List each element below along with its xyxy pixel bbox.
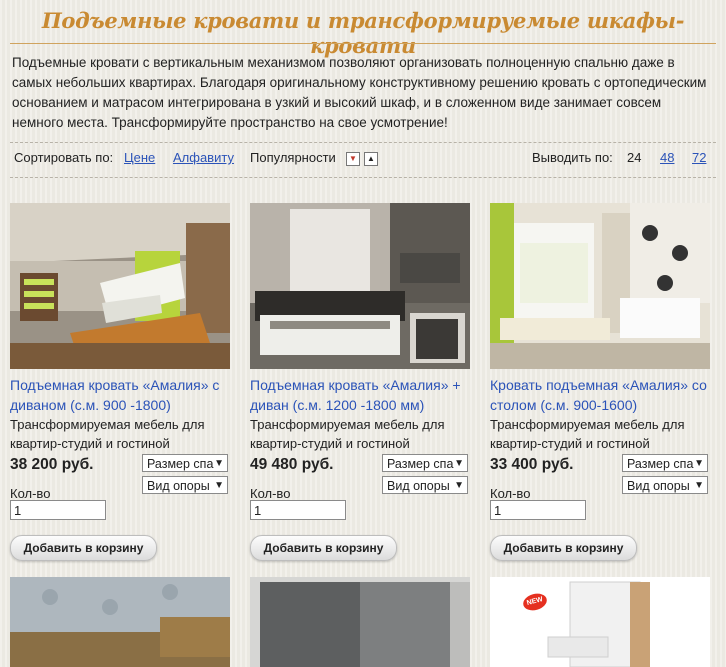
qty-label: Кол-во xyxy=(250,486,291,501)
sort-by-price-link[interactable]: Цене xyxy=(124,150,155,165)
product-card: Подъемная кровать «Амалия» + диван (с.м.… xyxy=(250,203,470,561)
product-price: 49 480 руб. xyxy=(250,456,334,473)
product-name-link[interactable]: Подъемная кровать «Амалия» + диван (с.м.… xyxy=(250,375,470,415)
size-select[interactable]: Размер спа ▼ xyxy=(622,454,708,472)
chevron-down-icon: ▼ xyxy=(214,458,224,469)
qty-input[interactable]: 1 xyxy=(250,500,346,520)
product-price: 33 400 руб. xyxy=(490,456,574,473)
product-name-link[interactable]: Кровать подъемная «Амалия» со столом (с.… xyxy=(490,375,710,415)
sort-asc-icon[interactable]: ▲ xyxy=(364,152,378,166)
intro-text: Подъемные кровати с вертикальным механиз… xyxy=(12,55,707,130)
qty-input[interactable]: 1 xyxy=(490,500,586,520)
chevron-down-icon: ▼ xyxy=(454,458,464,469)
support-select[interactable]: Вид опоры ▼ xyxy=(382,476,468,494)
per-page-72-link[interactable]: 72 xyxy=(692,150,706,165)
product-card: Кровать подъемная «Амалия» со столом (с.… xyxy=(490,203,710,561)
add-to-cart-button[interactable]: Добавить в корзину xyxy=(490,535,637,561)
add-to-cart-button[interactable]: Добавить в корзину xyxy=(250,535,397,561)
qty-input[interactable]: 1 xyxy=(10,500,106,520)
chevron-down-icon: ▼ xyxy=(454,480,464,491)
product-description: Трансформируемая мебель для квартир-студ… xyxy=(490,417,685,451)
chevron-down-icon: ▼ xyxy=(214,480,224,491)
per-page-label: Выводить по: xyxy=(532,150,613,165)
chevron-down-icon: ▼ xyxy=(694,458,704,469)
product-image[interactable] xyxy=(490,203,710,369)
sort-label: Сортировать по: xyxy=(14,150,114,165)
product-card: Подъемная кровать «Амалия» с диваном (с.… xyxy=(10,203,230,561)
qty-label: Кол-во xyxy=(10,486,51,501)
per-page-48-link[interactable]: 48 xyxy=(660,150,674,165)
product-description: Трансформируемая мебель для квартир-студ… xyxy=(10,417,205,451)
product-price: 38 200 руб. xyxy=(10,456,94,473)
product-image[interactable]: NEW xyxy=(490,577,710,667)
title-divider xyxy=(10,43,716,44)
product-image[interactable] xyxy=(10,203,230,369)
sort-by-alpha-link[interactable]: Алфавиту xyxy=(173,150,234,165)
product-image[interactable] xyxy=(10,577,230,667)
support-select[interactable]: Вид опоры ▼ xyxy=(622,476,708,494)
page-title: Подъемные кровати и трансформируемые шка… xyxy=(41,8,685,58)
sort-bar: Сортировать по: Цене Алфавиту Популярнос… xyxy=(10,142,716,178)
add-to-cart-button[interactable]: Добавить в корзину xyxy=(10,535,157,561)
sort-desc-icon[interactable]: ▼ xyxy=(346,152,360,166)
qty-label: Кол-во xyxy=(490,486,531,501)
support-select[interactable]: Вид опоры ▼ xyxy=(142,476,228,494)
size-select[interactable]: Размер спа ▼ xyxy=(142,454,228,472)
sort-by-popularity-label: Популярности xyxy=(250,150,336,165)
product-name-link[interactable]: Подъемная кровать «Амалия» с диваном (с.… xyxy=(10,375,230,415)
per-page-current: 24 xyxy=(627,150,642,165)
size-select[interactable]: Размер спа ▼ xyxy=(382,454,468,472)
chevron-down-icon: ▼ xyxy=(694,480,704,491)
product-image[interactable] xyxy=(250,203,470,369)
product-description: Трансформируемая мебель для квартир-студ… xyxy=(250,417,445,451)
product-image[interactable] xyxy=(250,577,470,667)
